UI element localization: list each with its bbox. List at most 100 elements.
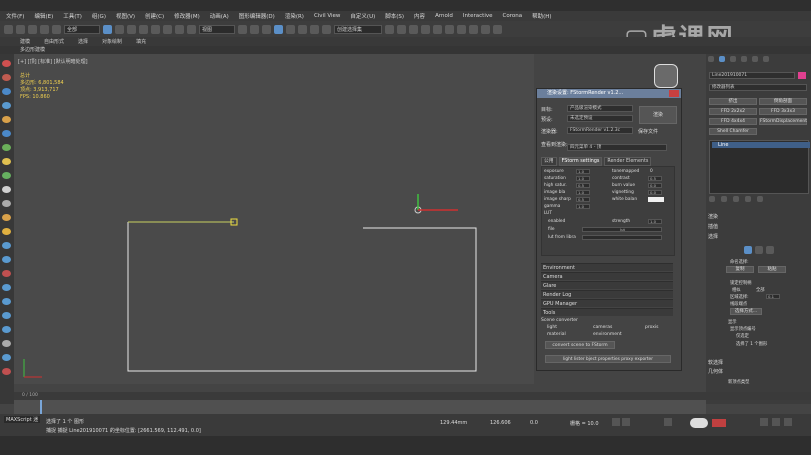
scene-explorer-icon[interactable] — [421, 24, 430, 34]
tool-icon-4[interactable] — [2, 102, 11, 109]
menu-modifiers[interactable]: 修改器(M) — [174, 12, 200, 20]
similar-radio[interactable]: 相似 — [732, 287, 741, 293]
auto-key-button[interactable] — [712, 419, 726, 427]
modifier-ffd4-button[interactable]: FFD 4x4x4 — [709, 118, 757, 125]
angle-snap-icon[interactable] — [286, 24, 295, 34]
mirror-icon[interactable] — [385, 24, 394, 34]
keyboard-shortcut-icon[interactable] — [262, 24, 271, 34]
tool-icon-10[interactable] — [2, 186, 11, 193]
tool-icon-8[interactable] — [2, 158, 11, 165]
ribbon-tab-modeling[interactable]: 建模 — [20, 38, 30, 45]
param-image-bla-value[interactable]: 1.0 — [576, 190, 590, 195]
lut-strength-value[interactable]: 1.0 — [648, 219, 662, 224]
coord-y[interactable]: 126.606 — [490, 420, 511, 426]
rollout-geometry[interactable]: 几何体 — [708, 369, 808, 376]
selection-filter-dropdown[interactable]: 全部 — [64, 24, 100, 34]
modifier-ffd3-button[interactable]: FFD 3x3x3 — [759, 108, 807, 115]
menu-scripting[interactable]: 脚本(S) — [385, 12, 404, 20]
pan-icon[interactable] — [772, 418, 780, 426]
rollout-glare[interactable]: Glare — [541, 281, 673, 289]
schematic-view-icon[interactable] — [445, 24, 454, 34]
tool-icon-20[interactable] — [2, 326, 11, 333]
menu-arnold[interactable]: Arnold — [435, 13, 453, 19]
tool-icon-21[interactable] — [2, 340, 11, 347]
param-high-satur-value[interactable]: 0.5 — [576, 183, 590, 188]
hierarchy-tab-icon[interactable] — [730, 56, 736, 62]
tool-icon-1[interactable] — [2, 60, 11, 67]
tool-icon-22[interactable] — [2, 354, 11, 361]
percent-snap-icon[interactable] — [298, 24, 307, 34]
menu-corona[interactable]: Corona — [503, 13, 523, 19]
menu-customize[interactable]: 自定义(U) — [350, 12, 375, 20]
unlink-icon[interactable] — [40, 24, 49, 34]
param-vignetting-value[interactable]: 0.0 — [648, 190, 662, 195]
target-select[interactable]: 产品级渲染模式 — [567, 105, 633, 112]
snap-toggle-icon[interactable] — [274, 24, 283, 34]
menu-create[interactable]: 创建(C) — [145, 12, 164, 20]
tool-icon-16[interactable] — [2, 270, 11, 277]
select-by-button[interactable]: 选择方式... — [730, 308, 762, 315]
make-unique-icon[interactable] — [733, 196, 739, 202]
configure-sets-icon[interactable] — [757, 196, 763, 202]
spline-level-icon[interactable] — [766, 246, 774, 254]
viewport-label[interactable]: [+] [顶] [标准] [默认明暗处理] — [18, 58, 88, 65]
lut-file-button[interactable]: lut — [582, 227, 662, 232]
tool-icon-3[interactable] — [2, 88, 11, 95]
param-burn-value-value[interactable]: 0.0 — [648, 183, 662, 188]
modifier-extrude-button[interactable]: 挤出 — [709, 98, 757, 105]
render-setup-icon[interactable] — [469, 24, 478, 34]
tools-bottom-buttons[interactable]: light lister bject properties proxy expo… — [545, 355, 671, 363]
rotate-icon[interactable] — [163, 24, 172, 34]
param-saturation-value[interactable]: 1.0 — [576, 176, 590, 181]
only-selected-checkbox[interactable]: 仅选定 — [736, 333, 749, 339]
tool-icon-7[interactable] — [2, 144, 11, 151]
menu-tools[interactable]: 工具(T) — [63, 12, 82, 20]
convert-scene-button[interactable]: convert scene to FStorm — [545, 341, 615, 349]
dialog-title-bar[interactable]: 渲染设置: FStormRender v1.2... — [537, 89, 681, 98]
rollout-tools[interactable]: Tools — [541, 308, 673, 316]
motion-tab-icon[interactable] — [741, 56, 747, 62]
tool-icon-12[interactable] — [2, 214, 11, 221]
convert-proxis-checkbox[interactable]: proxis — [645, 325, 658, 330]
copy-selection-button[interactable]: 复制 — [726, 266, 754, 273]
rollout-render-log[interactable]: Render Log — [541, 290, 673, 298]
zoom-icon[interactable] — [760, 418, 768, 426]
ribbon-tab-selection[interactable]: 选择 — [78, 38, 88, 45]
display-tab-icon[interactable] — [752, 56, 758, 62]
show-end-result-icon[interactable] — [721, 196, 727, 202]
render-icon[interactable] — [493, 24, 502, 34]
lock-handles-checkbox[interactable]: 锁定控制柄 — [730, 280, 751, 286]
rect-select-icon[interactable] — [127, 24, 136, 34]
layer-icon[interactable] — [409, 24, 418, 34]
tool-icon-9[interactable] — [2, 172, 11, 179]
time-cursor[interactable] — [40, 400, 42, 414]
rollout-environment[interactable]: Environment — [541, 263, 673, 271]
lut-library-select[interactable] — [582, 235, 662, 240]
track-bar[interactable] — [14, 400, 706, 414]
pivot-icon[interactable] — [238, 24, 247, 34]
menu-content[interactable]: 内容 — [414, 12, 425, 20]
menu-civil-view[interactable]: Civil View — [314, 13, 340, 19]
select-by-name-icon[interactable] — [115, 24, 124, 34]
viewport-canvas[interactable] — [14, 54, 534, 384]
menu-animation[interactable]: 动画(A) — [210, 12, 229, 20]
maxscript-listener[interactable]: MAXScript 迷 — [4, 416, 41, 423]
white-balance-swatch[interactable] — [648, 197, 664, 202]
param-exposure-value[interactable]: 1.0 — [576, 169, 590, 174]
curve-editor-icon[interactable] — [433, 24, 442, 34]
tool-icon-11[interactable] — [2, 200, 11, 207]
tool-icon-18[interactable] — [2, 298, 11, 305]
modifier-bevel-profile-button[interactable]: 倒角剖面 — [759, 98, 807, 105]
window-crossing-icon[interactable] — [139, 24, 148, 34]
stack-item-line[interactable]: Line — [712, 142, 810, 148]
convert-environment-checkbox[interactable]: environment — [593, 332, 622, 337]
ribbon-tab-freeform[interactable]: 自由形式 — [44, 38, 64, 45]
redo-icon[interactable] — [16, 24, 25, 34]
param-image-sharp-value[interactable]: 0.5 — [576, 197, 590, 202]
menu-help[interactable]: 帮助(H) — [532, 12, 551, 20]
close-icon[interactable] — [669, 90, 679, 97]
param-gamma-value[interactable]: 1.0 — [576, 204, 590, 209]
rectangle-shape[interactable] — [127, 222, 477, 372]
show-vertex-numbers-checkbox[interactable]: 显示顶点编号 — [730, 326, 756, 332]
reference-coord-dropdown[interactable]: 视图 — [199, 24, 235, 34]
